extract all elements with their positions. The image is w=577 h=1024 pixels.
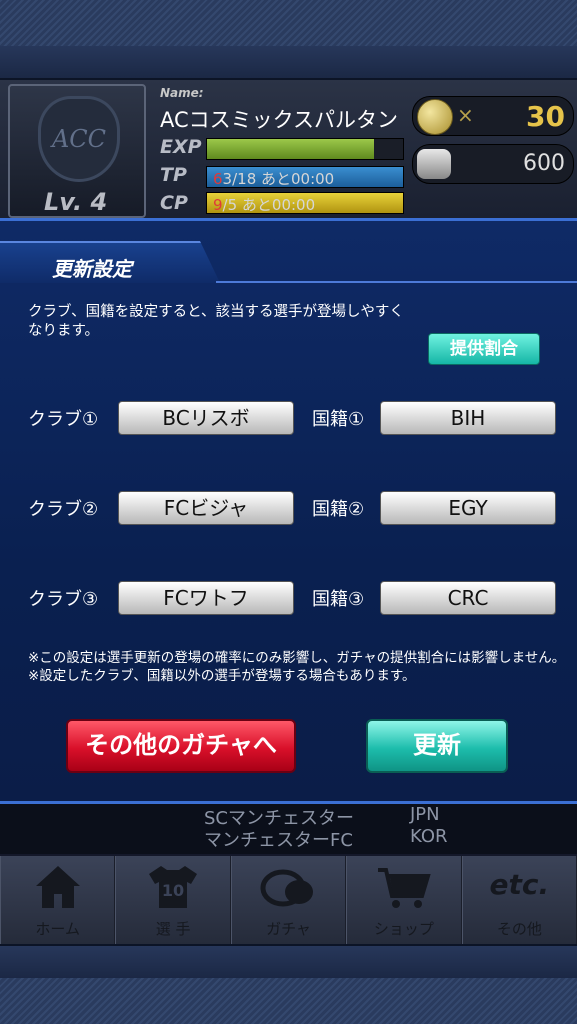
level-text: Lv. 4 xyxy=(44,188,108,216)
cp-text: 9/5 あと00:00 xyxy=(213,196,316,214)
capsule-icon xyxy=(249,864,329,919)
list-item: JPN xyxy=(410,804,440,825)
nav-label: 選 手 xyxy=(155,920,191,938)
coin-multiplier: × xyxy=(457,103,474,127)
shield-icon: ACC xyxy=(38,96,120,182)
top-bar xyxy=(0,46,577,80)
status-header: ACC Lv. 4 Name: ACコスミックスパルタン EXP TP 63/1… xyxy=(0,80,577,220)
etc-icon: etc. xyxy=(489,868,550,901)
exp-label: EXP xyxy=(160,136,202,158)
nav-players[interactable]: 10 選 手 xyxy=(115,856,231,944)
filter-row-2: クラブ② FCビジャ 国籍② EGY xyxy=(0,491,577,525)
coin-value: 30 xyxy=(526,100,565,133)
club-select-3[interactable]: FCワトフ xyxy=(118,581,294,615)
update-button[interactable]: 更新 xyxy=(366,719,508,773)
silver-counter[interactable]: 600 xyxy=(412,144,574,184)
jersey-number: 10 xyxy=(162,881,184,900)
jersey-icon: 10 xyxy=(133,864,213,919)
club-select-2[interactable]: FCビジャ xyxy=(118,491,294,525)
tp-bar: 63/18 あと00:00 xyxy=(206,166,404,188)
modal-description: クラブ、国籍を設定すると、該当する選手が登場しやすくなります。 xyxy=(28,304,404,339)
modal-title: 更新設定 xyxy=(52,257,132,281)
update-settings-modal: 更新設定 クラブ、国籍を設定すると、該当する選手が登場しやすくなります。 提供割… xyxy=(0,218,577,804)
club-label-3: クラブ③ xyxy=(28,589,99,610)
nav-gacha[interactable]: ガチャ xyxy=(230,856,347,944)
gold-coin-icon xyxy=(417,99,453,135)
club-label-2: クラブ② xyxy=(28,499,99,520)
provision-rate-button[interactable]: 提供割合 xyxy=(428,333,540,365)
nation-select-1[interactable]: BIH xyxy=(380,401,556,435)
filter-row-1: クラブ① BCリスボ 国籍① BIH xyxy=(0,401,577,435)
top-decoration xyxy=(0,0,577,46)
list-item: マンチェスターFC xyxy=(204,830,353,851)
club-emblem-avatar[interactable]: ACC Lv. 4 xyxy=(8,84,146,218)
cp-label: CP xyxy=(160,192,188,214)
note-1: ※この設定は選手更新の登場の確率にのみ影響し、ガチャの提供割合には影響しません。 xyxy=(28,650,566,666)
filter-row-3: クラブ③ FCワトフ 国籍③ CRC xyxy=(0,581,577,615)
home-icon xyxy=(18,864,98,919)
nation-label-2: 国籍② xyxy=(312,499,365,520)
tp-label: TP xyxy=(160,164,187,186)
nav-shop[interactable]: ショップ xyxy=(346,856,462,944)
silver-value: 600 xyxy=(523,151,565,176)
club-label-1: クラブ① xyxy=(28,409,99,430)
nation-select-2[interactable]: EGY xyxy=(380,491,556,525)
club-select-1[interactable]: BCリスボ xyxy=(118,401,294,435)
nation-select-3[interactable]: CRC xyxy=(380,581,556,615)
silver-icon xyxy=(417,149,451,179)
nav-home[interactable]: ホーム xyxy=(0,856,116,944)
exp-bar-fill xyxy=(207,139,374,159)
cart-icon xyxy=(364,864,444,919)
bottom-decoration xyxy=(0,978,577,1024)
nav-label: ショップ xyxy=(373,920,434,938)
notes: ※この設定は選手更新の登場の確率にのみ影響し、ガチャの提供割合には影響しません。… xyxy=(28,649,573,685)
exp-bar xyxy=(206,138,404,160)
name-label: Name: xyxy=(160,86,204,100)
nation-label-3: 国籍③ xyxy=(312,589,365,610)
nav-label: その他 xyxy=(496,920,542,938)
nav-other[interactable]: etc. その他 xyxy=(461,856,577,944)
nation-label-1: 国籍① xyxy=(312,409,365,430)
divider xyxy=(216,281,577,283)
background-list: SCマンチェスター JPN マンチェスターFC KOR xyxy=(0,800,577,854)
nav-label: ホーム xyxy=(35,920,80,938)
coin-counter[interactable]: × 30 xyxy=(412,96,574,136)
tp-text: 63/18 あと00:00 xyxy=(213,170,335,188)
list-item: KOR xyxy=(410,826,448,847)
note-2: ※設定したクラブ、国籍以外の選手が登場する場合もあります。 xyxy=(28,668,416,684)
bottom-bar xyxy=(0,944,577,978)
other-gacha-button[interactable]: その他のガチャへ xyxy=(66,719,296,773)
cp-bar: 9/5 あと00:00 xyxy=(206,192,404,214)
player-name: ACコスミックスパルタン xyxy=(160,108,399,132)
nav-label: ガチャ xyxy=(266,920,311,938)
bottom-nav: ホーム 10 選 手 ガチャ ショップ etc. その他 xyxy=(0,854,577,944)
